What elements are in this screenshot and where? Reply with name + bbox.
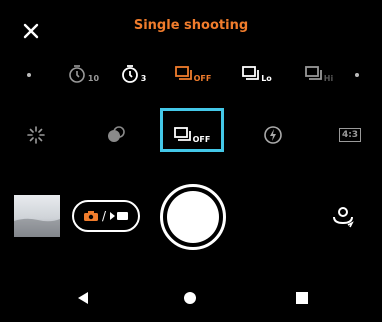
continuous-shooting-lo-icon xyxy=(242,66,260,80)
drive-mode-continuous-off[interactable]: OFF xyxy=(170,62,216,86)
flash-icon xyxy=(264,126,282,144)
photo-video-mode-switch[interactable]: / xyxy=(72,200,140,232)
drive-mode-sub-label: 3 xyxy=(140,73,147,83)
flash-off-icon xyxy=(27,126,45,144)
shutter-button[interactable] xyxy=(160,184,226,250)
drive-mode-self-timer-3[interactable]: 3 xyxy=(110,62,156,86)
continuous-shooting-hi-icon xyxy=(304,66,322,80)
drive-mode-icon xyxy=(173,127,191,141)
bokeh-icon xyxy=(108,126,125,142)
video-icon xyxy=(110,212,129,220)
drive-mode-sub-label: OFF xyxy=(193,73,212,83)
drive-mode-sub-label: Hi xyxy=(323,73,334,83)
camera-icon xyxy=(83,211,98,221)
setting-sub-label: OFF xyxy=(192,134,211,144)
shutter-button-inner xyxy=(167,191,219,243)
mode-separator: / xyxy=(101,209,107,223)
continuous-shooting-off-icon xyxy=(174,66,192,80)
scroll-right-icon[interactable] xyxy=(352,70,362,80)
self-timer-3s-icon xyxy=(121,65,138,83)
page-title: Single shooting xyxy=(133,18,249,33)
aspect-ratio-label: 4:3 xyxy=(341,130,359,140)
setting-bokeh[interactable] xyxy=(96,118,136,152)
drive-mode-sub-label: Lo xyxy=(261,73,272,83)
self-timer-10s-icon xyxy=(69,65,85,83)
drive-mode-continuous-hi[interactable]: Hi xyxy=(296,62,342,86)
switch-camera-icon[interactable] xyxy=(330,203,356,229)
drive-mode-self-timer-10[interactable]: 10 xyxy=(58,62,108,86)
back-icon[interactable] xyxy=(76,291,90,305)
home-icon[interactable] xyxy=(183,291,197,305)
recents-icon[interactable] xyxy=(295,291,309,305)
setting-flash-off[interactable] xyxy=(18,118,54,152)
setting-aspect-ratio[interactable]: 4:3 xyxy=(334,118,366,152)
aspect-ratio-icon: 4:3 xyxy=(338,128,362,142)
setting-flash[interactable] xyxy=(258,118,288,152)
scroll-left-icon[interactable] xyxy=(24,70,34,80)
drive-mode-sub-label: 10 xyxy=(87,73,100,83)
setting-drive-mode[interactable]: OFF xyxy=(166,118,218,152)
last-photo-thumbnail[interactable] xyxy=(14,195,60,237)
drive-mode-continuous-lo[interactable]: Lo xyxy=(234,62,280,86)
